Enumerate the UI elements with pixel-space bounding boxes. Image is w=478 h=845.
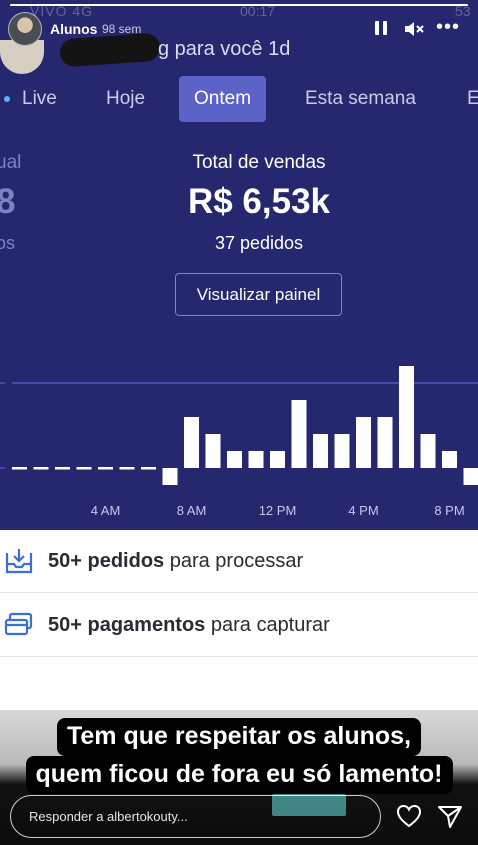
story-time-ago: 98 sem: [102, 22, 142, 36]
tab-hoje[interactable]: Hoje: [106, 76, 145, 122]
payments-row-rest: para capturar: [205, 614, 330, 636]
story-progress-fill: [10, 4, 468, 6]
list-item-orders[interactable]: 50+ pedidos para processar: [0, 530, 478, 592]
reply-input[interactable]: [29, 796, 369, 837]
pause-icon: [375, 21, 379, 35]
chart-bar: [420, 434, 436, 468]
pause-button[interactable]: [370, 18, 392, 40]
header-subtitle-text: g para você: [158, 38, 263, 60]
chart-bar: [270, 451, 285, 468]
chart-bar: [356, 417, 371, 468]
divider: [0, 592, 478, 593]
tab-next-partial[interactable]: E: [467, 76, 478, 122]
live-dot-icon: [4, 95, 10, 102]
app-header-subtitle: g para você 1d: [158, 38, 290, 61]
tab-ontem[interactable]: Ontem: [179, 76, 267, 122]
caption-line-2-text: quem ficou de fora eu só lamento!: [25, 756, 453, 794]
story-progress-bar: [10, 4, 468, 6]
redaction-mark: [59, 32, 161, 68]
chart-bar: [98, 467, 113, 470]
chart-bar: [12, 467, 27, 470]
view-dashboard-button[interactable]: Visualizar painel: [175, 273, 342, 316]
tab-ontem-label: Ontem: [194, 88, 252, 109]
chart-bar: [76, 467, 92, 470]
story-username[interactable]: Alunos: [50, 21, 97, 37]
chart-bar: [334, 434, 350, 468]
chart-bar: [55, 467, 70, 470]
payment-card-icon: [4, 612, 33, 636]
tab-live-label: Live: [22, 88, 57, 109]
chart-bar: [184, 417, 199, 468]
heart-icon[interactable]: [395, 802, 423, 830]
chart-bar: [119, 467, 135, 470]
caption-line-2: quem ficou de fora eu só lamento!: [0, 756, 478, 794]
chart-bar: [248, 451, 264, 468]
inbox-download-icon: [5, 549, 33, 574]
chart-bar: [377, 417, 393, 468]
orders-row-text: 50+ pedidos para processar: [48, 550, 303, 573]
reply-field[interactable]: [10, 795, 381, 838]
app-screen: VIVO 4G 00:17 53 g para você 1d Live Hoj…: [0, 0, 478, 530]
caption-line-1-text: Tem que respeitar os alunos,: [56, 718, 422, 756]
tab-next-label: E: [467, 88, 478, 109]
chart-x-tick-label: 4 AM: [91, 503, 121, 518]
avatar[interactable]: [8, 12, 42, 46]
chart-x-tick-label: 8 PM: [434, 503, 464, 518]
orders-row-rest: para processar: [164, 550, 304, 572]
orders-count: 37 pedidos: [214, 233, 304, 253]
date-tabs: Live Hoje Ontem Esta semana E: [0, 76, 478, 124]
story-viewer: VIVO 4G 00:17 53 g para você 1d Live Hoj…: [0, 0, 478, 845]
chart-x-tick-label: 4 PM: [348, 503, 378, 518]
chart-bar: [162, 468, 178, 485]
chart-x-tick-label: 8 AM: [177, 503, 207, 518]
payments-row-text: 50+ pagamentos para capturar: [48, 614, 330, 637]
sales-value: R$ 6,53k: [187, 182, 331, 221]
divider: [0, 656, 478, 657]
tab-hoje-label: Hoje: [106, 88, 146, 109]
mute-icon[interactable]: [403, 18, 425, 40]
caption-line-1: Tem que respeitar os alunos,: [0, 718, 478, 756]
send-icon[interactable]: [436, 802, 464, 830]
chart-bar: [33, 467, 49, 470]
orders-row-count: 50+ pedidos: [48, 550, 165, 572]
tab-esta-semana-label: Esta semana: [305, 88, 416, 109]
chart-bar: [463, 468, 478, 485]
more-options-icon[interactable]: •••: [436, 16, 464, 38]
chart-bar: [442, 451, 457, 468]
chart-bar: [291, 400, 307, 468]
action-list: 50+ pedidos para processar 50+ pagamento…: [0, 530, 478, 710]
chart-x-tick-label: 12 PM: [259, 503, 297, 518]
chart-bar: [399, 366, 414, 468]
chart-bar: [313, 434, 328, 468]
tab-live[interactable]: Live: [4, 76, 57, 122]
header-subtitle-time: 1d: [268, 38, 291, 60]
chart-bar: [141, 467, 156, 470]
list-item-payments[interactable]: 50+ pagamentos para capturar: [0, 594, 478, 656]
payments-row-count: 50+ pagamentos: [48, 614, 206, 636]
sales-bar-chart: 4 AM 8 AM 12 PM 4 PM 8 PM: [0, 366, 478, 518]
sales-title: Total de vendas: [192, 152, 326, 173]
tab-esta-semana[interactable]: Esta semana: [305, 76, 416, 122]
chart-bar: [205, 434, 221, 468]
pause-icon-bar: [383, 21, 387, 35]
chart-bar: [227, 451, 242, 468]
